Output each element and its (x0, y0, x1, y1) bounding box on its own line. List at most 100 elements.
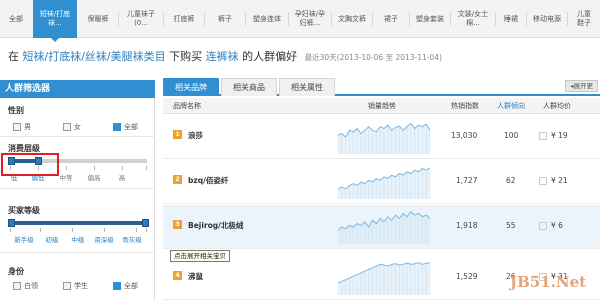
nav-tab-leggings[interactable]: 打底裤 (164, 0, 204, 38)
nav-tab-socks[interactable]: 短袜/打底 袜... (33, 0, 77, 42)
headline-product-link[interactable]: 连裤袜 (206, 50, 239, 63)
checkbox-checked-icon (113, 123, 121, 131)
tab-related-brands[interactable]: 相关品牌 (163, 78, 219, 96)
nav-tab-maternity[interactable]: 孕妇袜/孕 妇裤... (289, 0, 331, 38)
brand-name[interactable]: 沸鼠 (188, 271, 203, 282)
crowd-tilt: 55 (506, 221, 516, 230)
nav-tab-kids-shoes[interactable]: 儿童 鞋子 (568, 0, 600, 38)
red-highlight-box (1, 153, 59, 176)
filter-panel-title: 人群筛选器 (0, 80, 155, 98)
col-header-brand: 品牌名称 (173, 102, 201, 110)
option-label: 全部 (124, 282, 138, 290)
nav-tab-thermal-pants[interactable]: 保暖裤 (78, 0, 118, 38)
rank-badge: 1 (173, 130, 182, 139)
page-headline: 在 短袜/打底袜/丝袜/美腿袜类目 下购买 连裤袜 的人群偏好 最近30天(20… (8, 48, 442, 66)
table-row[interactable]: 2 bzq/佰姿纤 1,727 62 ¥ 21 (163, 160, 600, 204)
slider-handle-max[interactable] (142, 219, 149, 227)
option-label: 男 (24, 123, 31, 131)
slider-tick (10, 228, 11, 232)
divider (0, 136, 155, 137)
heat-index: 13,030 (451, 131, 478, 140)
nav-separator (204, 12, 205, 26)
col-header-tilt[interactable]: 人群倾向 (497, 101, 525, 111)
buyer-level-title: 买家等级 (8, 206, 40, 215)
sales-trend-sparkline (338, 210, 430, 244)
expand-products-tooltip[interactable]: 点击展开相关宝贝 (170, 250, 230, 262)
nav-separator (526, 12, 527, 26)
checkbox-checked-icon (113, 282, 121, 290)
crowd-filter-panel: 人群筛选器 性别 男 女 全部 消费层级 低 偏低 中等 偏高 高 买家等级 新… (0, 80, 155, 300)
identity-option-all[interactable]: 全部 (113, 281, 138, 291)
headline-middle: 下购买 (169, 50, 203, 63)
nav-separator (372, 12, 373, 26)
nav-separator (163, 12, 164, 26)
nav-separator (245, 12, 246, 26)
headline-prefix: 在 (8, 50, 19, 63)
gender-option-all[interactable]: 全部 (113, 122, 138, 132)
trend-area (338, 211, 430, 244)
buyer-label-junior: 初级 (45, 236, 59, 244)
result-tabs: 相关品牌 相关商品 相关属性 ◂展开更 (163, 78, 600, 96)
gender-options: 男 女 全部 (13, 122, 138, 132)
divider (0, 188, 155, 189)
tab-related-products[interactable]: 相关商品 (221, 78, 277, 96)
consumption-label-higher: 偏高 (87, 174, 101, 182)
buyer-label-veteran: 骨灰级 (122, 236, 142, 244)
avg-price: ¥ 21 (551, 176, 568, 185)
gender-option-male[interactable]: 男 (13, 122, 63, 132)
rank-badge: 4 (173, 271, 182, 280)
col-header-avg-price[interactable]: 人群均价 (543, 101, 571, 111)
identity-option-student[interactable]: 学生 (63, 281, 113, 291)
heat-index: 1,727 (456, 176, 478, 185)
identity-title: 身份 (8, 267, 24, 276)
tab-related-attributes[interactable]: 相关属性 (279, 78, 335, 96)
slider-tick (94, 166, 95, 170)
brand-name[interactable]: Bejirog/北极绒 (188, 220, 243, 231)
nav-separator (288, 12, 289, 26)
nav-tab-skirts[interactable]: 裙子 (373, 0, 409, 38)
nav-separator (331, 12, 332, 26)
brand-name[interactable]: bzq/佰姿纤 (188, 175, 228, 186)
rank-badge: 3 (173, 220, 182, 229)
option-label: 女 (74, 123, 81, 131)
nav-tab-women-cotton[interactable]: 文装/女士 棉... (451, 0, 495, 38)
heat-index: 1,918 (456, 221, 478, 230)
table-row[interactable]: 3 Bejirog/北极绒 1,918 55 ¥ 6 (163, 205, 600, 249)
consumption-label-high: 高 (118, 174, 126, 182)
headline-suffix: 的人群偏好 (242, 50, 298, 63)
slider-tick (136, 228, 137, 232)
nav-tab-pants[interactable]: 裤子 (205, 0, 245, 38)
brand-name[interactable]: 浪莎 (188, 130, 203, 141)
expand-button[interactable]: ◂展开更 (565, 80, 598, 92)
heat-index: 1,529 (456, 272, 478, 281)
crowd-tilt: 100 (504, 131, 519, 140)
nav-tab-all[interactable]: 全部 (0, 0, 32, 38)
gender-option-female[interactable]: 女 (63, 122, 113, 132)
slider-tick (122, 166, 123, 170)
nav-tab-power-bank[interactable]: 移动电源 (527, 0, 567, 38)
nav-tab-bra[interactable]: 文胸文裤 (332, 0, 372, 38)
slider-tick (104, 228, 105, 232)
buyer-label-senior: 资深级 (94, 236, 114, 244)
col-header-heat[interactable]: 热销指数 (451, 101, 479, 111)
headline-category-link[interactable]: 短袜/打底袜/丝袜/美腿袜类目 (23, 50, 166, 63)
trend-area (338, 167, 430, 199)
buyer-level-slider[interactable] (8, 219, 149, 227)
slider-tick (66, 166, 67, 170)
trend-area (338, 262, 430, 295)
buyer-label-intermediate: 中级 (71, 236, 85, 244)
slider-ticks (10, 228, 147, 232)
identity-option-white-collar[interactable]: 白领 (13, 281, 63, 291)
site-watermark: JB51.Net (510, 273, 587, 291)
buyer-label-novice: 新手级 (14, 236, 34, 244)
divider (0, 252, 155, 253)
nav-tab-shapewear[interactable]: 塑身连体 (246, 0, 288, 38)
nav-separator (409, 12, 410, 26)
slider-handle-min[interactable] (8, 219, 15, 227)
table-row[interactable]: 1 浪莎 13,030 100 ¥ 19 (163, 115, 600, 159)
crowd-tilt: 62 (506, 176, 516, 185)
nav-tab-nightdress[interactable]: 睡裙 (496, 0, 526, 38)
nav-tab-kids-socks[interactable]: 儿童袜子 (0... (119, 0, 163, 38)
nav-separator (495, 12, 496, 26)
nav-tab-shape-set[interactable]: 塑身套装 (410, 0, 450, 38)
